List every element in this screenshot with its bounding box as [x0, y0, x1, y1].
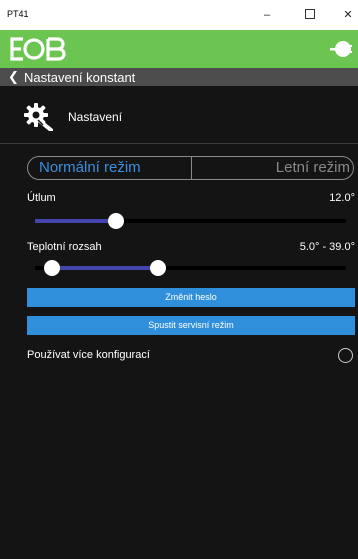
window-titlebar: PT41 – ✕ [0, 0, 358, 30]
settings-panel: Nastavení Normální režim Letní režim Útl… [0, 86, 358, 559]
multi-config-label: Používat více konfigurací [27, 349, 150, 361]
normal-mode-option[interactable]: Normální režim [28, 157, 191, 179]
section-title: Nastavení [68, 110, 123, 124]
maximize-button[interactable] [300, 6, 320, 24]
change-password-button[interactable]: Změnit heslo [27, 288, 355, 307]
settings-gear-icon [24, 103, 53, 131]
utlum-slider-thumb[interactable] [108, 213, 125, 229]
teplotni-rozsah-low-thumb[interactable] [44, 260, 61, 276]
service-mode-button[interactable]: Spustit servisní režim [27, 316, 355, 335]
utlum-slider-fill [35, 219, 117, 223]
summer-mode-option[interactable]: Letní režim [190, 157, 354, 179]
minimize-button[interactable]: – [257, 6, 277, 24]
mode-segmented-control: Normální režim Letní režim [27, 156, 354, 180]
close-button[interactable]: ✕ [338, 6, 358, 24]
window-title: PT41 [7, 9, 29, 19]
teplotni-rozsah-label: Teplotní rozsah [27, 241, 102, 253]
teplotni-rozsah-slider-fill [52, 266, 158, 270]
multi-config-toggle[interactable] [338, 348, 353, 363]
section-divider [0, 143, 358, 144]
utlum-value: 12.0° [329, 192, 355, 204]
teplotni-rozsah-high-thumb[interactable] [149, 260, 166, 276]
navigation-bar: ❮ Nastavení konstant [0, 68, 358, 86]
utlum-label: Útlum [27, 192, 56, 204]
back-chevron-icon[interactable]: ❮ [8, 69, 19, 85]
page-title: Nastavení konstant [24, 70, 136, 85]
eob-logo [10, 37, 66, 61]
connection-plug-icon[interactable] [330, 36, 352, 62]
app-header [0, 30, 358, 68]
teplotni-rozsah-value: 5.0° - 39.0° [299, 241, 355, 253]
